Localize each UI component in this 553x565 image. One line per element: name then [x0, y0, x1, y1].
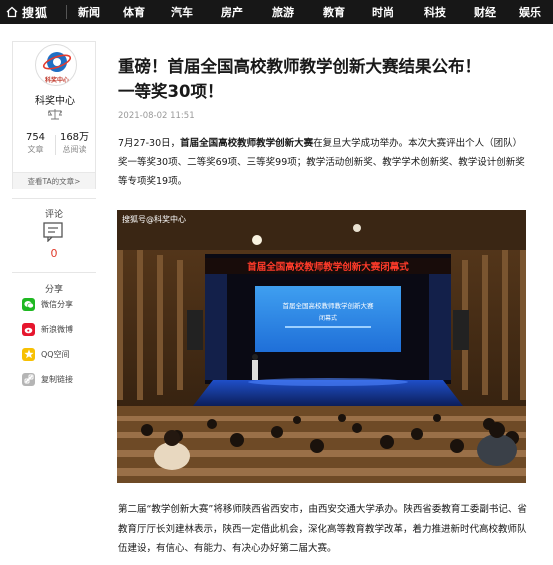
sidebar-divider: [12, 272, 96, 273]
wechat-icon: [22, 297, 35, 311]
balance-scale-icon: [48, 109, 62, 120]
comment-count[interactable]: 0: [12, 247, 96, 260]
comment-icon[interactable]: [42, 222, 64, 242]
nav-item-entertainment[interactable]: 娱乐: [507, 4, 553, 20]
copy-link-label: 复制链接: [41, 374, 73, 384]
view-all-articles-link[interactable]: 查看TA的文章>: [13, 172, 95, 189]
article-paragraph-2: 第二届“教学创新大赛”将移师陕西省西安市，由西安交通大学承办。陕西省委教育工委副…: [118, 504, 527, 554]
screen-subtitle: 闭幕式: [319, 314, 337, 322]
banner-text: 首届全国高校教师教学创新大赛闭幕式: [247, 261, 409, 273]
author-avatar[interactable]: 科奖中心: [35, 44, 77, 86]
copy-link-button[interactable]: 复制链接: [22, 371, 73, 387]
article-title-line1: 重磅！首届全国高校教师教学创新大赛结果公布！: [118, 57, 481, 76]
articles-label: 文章: [27, 145, 44, 154]
para1-contest-name: 首届全国高校教师教学创新大赛: [180, 138, 314, 149]
articles-count: 754: [25, 132, 46, 143]
share-qzone-button[interactable]: QQ空间: [22, 346, 70, 362]
home-icon: [6, 6, 18, 18]
nav-item-news[interactable]: 新闻: [67, 4, 111, 20]
article-title: 重磅！首届全国高校教师教学创新大赛结果公布！ 一等奖30项！: [118, 54, 528, 104]
sidebar-divider: [12, 198, 96, 199]
nav-item-education[interactable]: 教育: [309, 4, 359, 20]
articles-stat: 754 文章: [17, 132, 55, 155]
author-card: 科奖中心 科奖中心 754 文章 168万 总阅读 查看TA的文章>: [12, 41, 96, 189]
comment-label: 评论: [44, 210, 63, 220]
reads-count: 168万: [59, 132, 90, 143]
share-wechat-button[interactable]: 微信分享: [22, 296, 73, 312]
nav-item-house[interactable]: 房产: [207, 4, 257, 20]
share-wechat-label: 微信分享: [41, 299, 73, 309]
channel-nav: 新闻 体育 汽车 房产 旅游 教育 时尚 科技 财经 娱乐: [66, 0, 553, 24]
nav-item-auto[interactable]: 汽车: [157, 4, 207, 20]
nav-item-travel[interactable]: 旅游: [257, 4, 309, 20]
sohu-home-link[interactable]: 搜狐: [0, 0, 66, 24]
auditorium-scene: 首届全国高校教师教学创新大赛闭幕式 首届全国高校教师教学创新大赛 闭幕式: [117, 210, 526, 483]
share-qzone-label: QQ空间: [41, 349, 70, 359]
nav-item-tech[interactable]: 科技: [407, 4, 463, 20]
author-logo-text: 科奖中心: [44, 77, 69, 84]
nav-item-finance[interactable]: 财经: [463, 4, 507, 20]
photo-watermark: 搜狐号@科奖中心: [122, 215, 186, 224]
reads-label: 总阅读: [62, 145, 87, 154]
para1-lead: 7月27-30日，: [118, 138, 181, 149]
share-weibo-button[interactable]: 新浪微博: [22, 321, 73, 337]
article-paragraph-1: 7月27-30日，首届全国高校教师教学创新大赛在复旦大学成功举办。本次大赛评出个…: [118, 134, 530, 191]
top-nav-bar: 搜狐 新闻 体育 汽车 房产 旅游 教育 时尚 科技 财经 娱乐: [0, 0, 553, 24]
share-label: 分享: [44, 285, 63, 295]
screen-title: 首届全国高校教师教学创新大赛: [283, 301, 375, 310]
link-icon: [22, 372, 35, 386]
article-title-line2: 一等奖30项！: [118, 82, 224, 101]
share-weibo-label: 新浪微博: [41, 324, 73, 334]
publish-date: 2021-08-02 11:51: [118, 111, 195, 121]
nav-item-sports[interactable]: 体育: [111, 4, 157, 20]
sohu-brand-name: 搜狐: [22, 5, 49, 20]
reads-stat: 168万 总阅读: [56, 132, 94, 155]
nav-item-fashion[interactable]: 时尚: [359, 4, 407, 20]
article-photo[interactable]: 首届全国高校教师教学创新大赛闭幕式 首届全国高校教师教学创新大赛 闭幕式 搜狐号…: [117, 210, 526, 483]
weibo-icon: [22, 322, 35, 336]
author-stats: 754 文章 168万 总阅读: [13, 132, 97, 155]
qzone-icon: [22, 347, 35, 361]
author-name[interactable]: 科奖中心: [13, 92, 97, 107]
